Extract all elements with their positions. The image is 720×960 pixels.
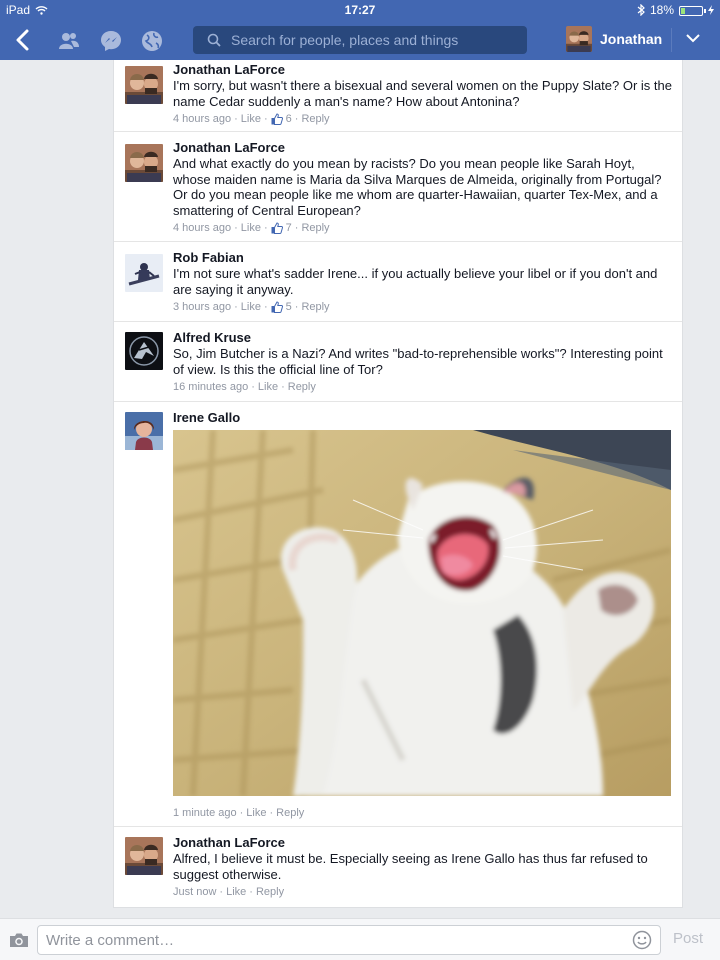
comment-author[interactable]: Rob Fabian bbox=[173, 250, 672, 266]
comment-text: Alfred, I believe it must be. Especially… bbox=[173, 851, 648, 882]
reply-link[interactable]: Reply bbox=[301, 221, 329, 235]
comment-meta: 1 minute ago · Like · Reply bbox=[173, 806, 305, 820]
like-link[interactable]: Like bbox=[241, 221, 261, 235]
battery-fill bbox=[681, 7, 685, 14]
comment-body: Jonathan LaForce And what exactly do you… bbox=[173, 140, 672, 235]
search-placeholder: Search for people, places and things bbox=[231, 32, 459, 48]
comment-input[interactable] bbox=[37, 925, 661, 955]
comment-author[interactable]: Alfred Kruse bbox=[173, 330, 672, 346]
profile-name: Jonathan bbox=[600, 31, 663, 47]
search-bar[interactable]: Search for people, places and things bbox=[193, 26, 527, 54]
camera-icon[interactable] bbox=[9, 932, 29, 948]
comment-time[interactable]: 1 minute ago bbox=[173, 806, 237, 820]
battery-percent: 18% bbox=[649, 3, 674, 17]
comment-meta: 4 hours ago · Like · 7 · Reply bbox=[173, 221, 330, 235]
comment-text: And what exactly do you mean by racists?… bbox=[173, 156, 662, 218]
comment-time[interactable]: 3 hours ago bbox=[173, 300, 231, 314]
profile-shortcut[interactable]: Jonathan bbox=[566, 26, 662, 52]
comment-meta: 3 hours ago · Like · 5 · Reply bbox=[173, 300, 330, 314]
comment-item: Alfred Kruse So, Jim Butcher is a Nazi? … bbox=[114, 322, 682, 402]
clock: 17:27 bbox=[344, 3, 376, 17]
reply-link[interactable]: Reply bbox=[288, 380, 316, 394]
like-link[interactable]: Like bbox=[258, 380, 278, 394]
nav-divider bbox=[671, 28, 672, 52]
comments-list: Jonathan LaForce I'm sorry, but wasn't t… bbox=[113, 60, 683, 908]
reply-link[interactable]: Reply bbox=[301, 112, 329, 126]
globe-notifications-icon[interactable] bbox=[141, 30, 163, 52]
comment-avatar[interactable] bbox=[125, 837, 163, 875]
like-count[interactable]: 7 bbox=[286, 221, 292, 235]
status-bar: iPad 17:27 18% bbox=[0, 0, 720, 20]
back-chevron-icon[interactable] bbox=[13, 28, 33, 52]
comment-author[interactable]: Jonathan LaForce bbox=[173, 835, 672, 851]
battery-icon bbox=[679, 5, 706, 16]
comment-composer: Post bbox=[0, 918, 720, 960]
comment-body: Jonathan LaForce Alfred, I believe it mu… bbox=[173, 835, 672, 899]
comment-time[interactable]: 4 hours ago bbox=[173, 112, 231, 126]
comment-body: Jonathan LaForce I'm sorry, but wasn't t… bbox=[173, 62, 672, 126]
status-right: 18% bbox=[637, 3, 714, 17]
thumbs-up-icon bbox=[271, 113, 283, 125]
comment-body: Irene Gallo bbox=[173, 410, 672, 426]
comment-meta: 4 hours ago · Like · 6 · Reply bbox=[173, 112, 330, 126]
search-icon bbox=[207, 33, 221, 47]
friend-requests-icon[interactable] bbox=[58, 30, 80, 52]
bluetooth-icon bbox=[637, 4, 645, 16]
comment-avatar[interactable] bbox=[125, 332, 163, 370]
comment-item: Irene Gallo 1 minute ago · Like · Reply bbox=[114, 402, 682, 827]
comment-time[interactable]: 16 minutes ago bbox=[173, 380, 248, 394]
like-count[interactable]: 6 bbox=[286, 112, 292, 126]
comment-author[interactable]: Jonathan LaForce bbox=[173, 62, 672, 78]
like-link[interactable]: Like bbox=[246, 806, 266, 820]
reply-link[interactable]: Reply bbox=[276, 806, 304, 820]
thumbs-up-icon bbox=[271, 222, 283, 234]
comment-text: I'm not sure what's sadder Irene... if y… bbox=[173, 266, 658, 297]
comment-avatar[interactable] bbox=[125, 66, 163, 104]
comment-meta: Just now · Like · Reply bbox=[173, 885, 285, 899]
comment-item: Rob Fabian I'm not sure what's sadder Ir… bbox=[114, 242, 682, 322]
comment-author[interactable]: Jonathan LaForce bbox=[173, 140, 672, 156]
comment-body: Alfred Kruse So, Jim Butcher is a Nazi? … bbox=[173, 330, 672, 394]
comment-item: Jonathan LaForce And what exactly do you… bbox=[114, 132, 682, 242]
comment-avatar[interactable] bbox=[125, 144, 163, 182]
chevron-down-icon[interactable] bbox=[686, 33, 700, 43]
comment-item: Jonathan LaForce Alfred, I believe it mu… bbox=[114, 827, 682, 907]
profile-avatar bbox=[566, 26, 592, 52]
comment-author[interactable]: Irene Gallo bbox=[173, 410, 672, 426]
comment-text: So, Jim Butcher is a Nazi? And writes "b… bbox=[173, 346, 663, 377]
reply-link[interactable]: Reply bbox=[301, 300, 329, 314]
thumbs-up-icon bbox=[271, 301, 283, 313]
post-button[interactable]: Post bbox=[673, 930, 703, 947]
comment-item: Jonathan LaForce I'm sorry, but wasn't t… bbox=[114, 60, 682, 132]
like-link[interactable]: Like bbox=[226, 885, 246, 899]
comment-time[interactable]: Just now bbox=[173, 885, 216, 899]
top-navigation-bar: Search for people, places and things Jon… bbox=[0, 20, 720, 60]
comment-photo-screaming-cat[interactable] bbox=[173, 430, 671, 796]
comment-avatar[interactable] bbox=[125, 254, 163, 292]
emoji-smiley-icon[interactable] bbox=[632, 930, 652, 950]
charging-icon bbox=[708, 5, 714, 15]
like-link[interactable]: Like bbox=[241, 112, 261, 126]
like-count[interactable]: 5 bbox=[286, 300, 292, 314]
comment-avatar[interactable] bbox=[125, 412, 163, 450]
comment-body: Rob Fabian I'm not sure what's sadder Ir… bbox=[173, 250, 672, 314]
messenger-icon[interactable] bbox=[100, 30, 122, 52]
like-link[interactable]: Like bbox=[241, 300, 261, 314]
reply-link[interactable]: Reply bbox=[256, 885, 284, 899]
comment-meta: 16 minutes ago · Like · Reply bbox=[173, 380, 316, 394]
comment-text: I'm sorry, but wasn't there a bisexual a… bbox=[173, 78, 672, 109]
comment-time[interactable]: 4 hours ago bbox=[173, 221, 231, 235]
